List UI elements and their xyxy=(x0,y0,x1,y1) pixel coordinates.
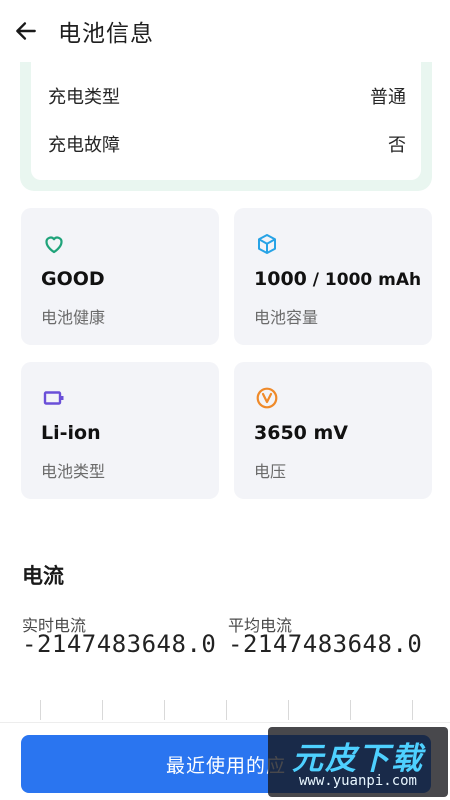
realtime-current-value: -2147483648.0 xyxy=(22,630,217,658)
chart-tick xyxy=(164,700,165,720)
average-current-value: -2147483648.0 xyxy=(228,630,423,658)
voltage-label: 电压 xyxy=(254,462,287,481)
chart-tick xyxy=(350,700,351,720)
watermark-url: www.yuanpi.com xyxy=(298,773,417,789)
voltage-icon xyxy=(256,387,278,409)
heart-icon xyxy=(45,236,63,254)
chart-tick xyxy=(288,700,289,720)
charge-fault-value: 否 xyxy=(388,135,406,156)
chart-tick xyxy=(40,700,41,720)
battery-info-screen: 电池信息 充电类型 普通 充电故障 否 GOOD 电池健康 1000 / 100… xyxy=(0,0,450,800)
battery-health-value: GOOD xyxy=(41,268,105,290)
charge-fault-label: 充电故障 xyxy=(48,135,120,156)
battery-type-label: 电池类型 xyxy=(41,462,106,481)
charge-type-value: 普通 xyxy=(370,87,406,108)
voltage-value: 3650 mV xyxy=(254,422,348,444)
battery-type-value: Li-ion xyxy=(41,422,101,444)
watermark-text: 元皮下载 xyxy=(292,741,424,777)
charge-type-label: 充电类型 xyxy=(48,87,120,108)
battery-icon xyxy=(43,391,64,405)
cube-icon xyxy=(258,234,276,254)
current-chart-ticks xyxy=(0,700,450,724)
battery-capacity-card: 1000 / 1000 mAh 电池容量 xyxy=(234,208,432,345)
charge-type-row: 充电类型 普通 xyxy=(48,81,406,111)
capacity-total: / 1000 mAh xyxy=(306,270,422,290)
page-title: 电池信息 xyxy=(58,21,154,47)
current-section-title: 电流 xyxy=(22,564,64,588)
battery-health-label: 电池健康 xyxy=(41,308,106,327)
charge-fault-row: 充电故障 否 xyxy=(48,129,406,159)
chart-tick xyxy=(226,700,227,720)
charge-card-inner xyxy=(31,52,421,180)
battery-health-card: GOOD 电池健康 xyxy=(21,208,219,345)
battery-type-card: Li-ion 电池类型 xyxy=(21,362,219,499)
capacity-current: 1000 xyxy=(254,268,307,290)
chart-tick xyxy=(412,700,413,720)
back-button[interactable] xyxy=(0,3,52,59)
chart-tick xyxy=(102,700,103,720)
arrow-left-icon xyxy=(16,22,36,40)
battery-capacity-label: 电池容量 xyxy=(254,308,319,327)
voltage-card: 3650 mV 电压 xyxy=(234,362,432,499)
site-watermark: 元皮下载 www.yuanpi.com xyxy=(268,727,448,797)
battery-capacity-value: 1000 / 1000 mAh xyxy=(254,268,421,290)
app-header: 电池信息 xyxy=(0,0,450,62)
